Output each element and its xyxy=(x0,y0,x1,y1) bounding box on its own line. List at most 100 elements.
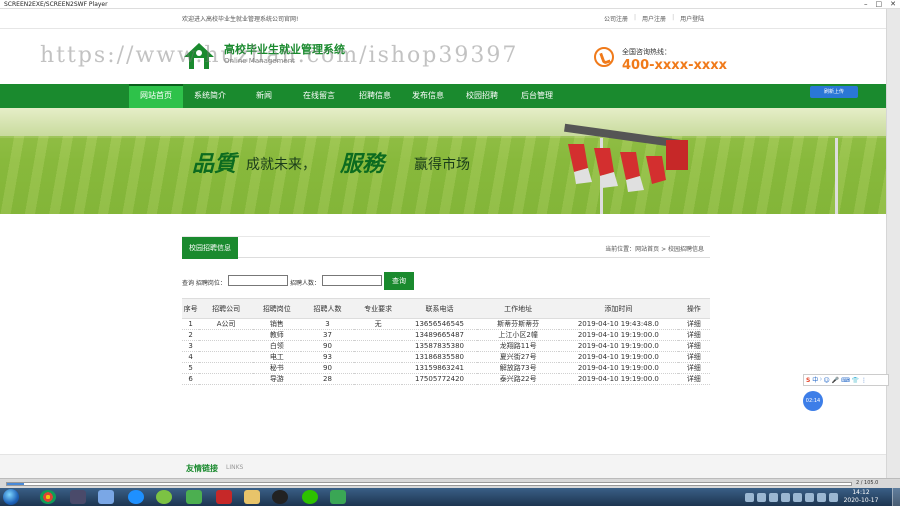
player-control-bar: 2 / 105.0 xyxy=(0,478,900,488)
hotline-number: 400-xxxx-xxxx xyxy=(622,58,728,73)
nav-item-message[interactable]: 在线留言 xyxy=(294,84,344,108)
nav-item-news[interactable]: 新闻 xyxy=(244,84,284,108)
cell-address: 夏兴街27号 xyxy=(477,351,560,363)
cell-phone: 13186835580 xyxy=(401,351,478,363)
playback-progress-track[interactable] xyxy=(6,482,852,486)
position-input[interactable] xyxy=(228,275,288,286)
cell-major xyxy=(354,351,402,363)
cell-action: 详细 xyxy=(677,373,710,385)
main-nav: 网站首页 系统简介 新闻 在线留言 招聘信息 发布信息 校园招聘 后台管理 xyxy=(0,84,900,108)
nav-item-campus[interactable]: 校园招聘 xyxy=(458,84,506,108)
folder-icon[interactable] xyxy=(244,490,260,504)
cell-major xyxy=(354,362,402,374)
tray-icon[interactable] xyxy=(745,492,754,502)
cell-count: 90 xyxy=(300,362,355,374)
start-button[interactable] xyxy=(3,489,19,505)
cell-major xyxy=(354,329,402,341)
taskbar-app-icon[interactable] xyxy=(128,490,144,504)
share-upload-button[interactable]: 刷新上传 xyxy=(810,86,858,98)
cell-major: 无 xyxy=(354,318,402,330)
watermark-text: https://www.huzhan.com/ishop39397 xyxy=(40,43,519,68)
search-button[interactable]: 查询 xyxy=(384,272,414,290)
cell-time: 2019-04-10 19:19:00.0 xyxy=(559,373,678,385)
tray-icon[interactable] xyxy=(829,492,838,502)
cell-address: 解放路73号 xyxy=(477,362,560,374)
detail-link[interactable]: 详细 xyxy=(687,331,701,339)
vertical-scrollbar[interactable] xyxy=(886,9,900,478)
slogan-future: 成就未来， xyxy=(246,157,316,173)
cell-company: A公司 xyxy=(199,318,254,330)
tray-icon[interactable] xyxy=(793,492,802,502)
flash-icon[interactable] xyxy=(216,490,232,504)
col-header-address: 工作地址 xyxy=(477,298,560,319)
ime-toolbar[interactable]: S 中 ⁾ ☺ 🎤 ⌨ 👕 ⋮ xyxy=(803,374,889,386)
cell-phone: 17505772420 xyxy=(401,373,478,385)
cell-company xyxy=(199,329,254,341)
nav-item-admin[interactable]: 后台管理 xyxy=(512,84,562,108)
cell-time: 2019-04-10 19:19:00.0 xyxy=(559,329,678,341)
nav-item-home[interactable]: 网站首页 xyxy=(129,84,183,108)
user-login-link[interactable]: 用户登陆 xyxy=(680,14,704,23)
top-utility-bar: 欢迎进入高校毕业生就业管理系统公司官网! 公司注册 | 用户注册 | 用户登陆 xyxy=(0,9,900,29)
taskbar-app-icon[interactable] xyxy=(186,490,202,504)
maximize-button[interactable]: □ xyxy=(876,0,883,9)
tray-icon[interactable] xyxy=(781,492,790,502)
tray-icon[interactable] xyxy=(805,492,814,502)
detail-link[interactable]: 详细 xyxy=(687,342,701,350)
qq-icon[interactable] xyxy=(272,490,288,504)
recording-timer[interactable]: 02:14 xyxy=(803,391,823,411)
company-register-link[interactable]: 公司注册 xyxy=(604,14,628,23)
taskbar-app-icon[interactable] xyxy=(70,490,86,504)
plow-machine-icon xyxy=(564,123,688,192)
cell-action: 详细 xyxy=(677,318,710,330)
tray-icon[interactable] xyxy=(769,492,778,502)
close-button[interactable]: ✕ xyxy=(890,0,896,9)
cell-major xyxy=(354,373,402,385)
taskbar-app-icon[interactable] xyxy=(156,490,172,504)
friend-links-sub: LINKS xyxy=(226,464,244,471)
count-label: 招聘人数： xyxy=(290,280,321,287)
detail-link[interactable]: 详细 xyxy=(687,320,701,328)
jobs-table: 序号 招聘公司 招聘岗位 招聘人数 专业要求 联系电话 工作地址 添加时间 操作… xyxy=(182,298,710,385)
window-controls: – □ ✕ xyxy=(864,0,896,9)
cell-action: 详细 xyxy=(677,362,710,374)
detail-link[interactable]: 详细 xyxy=(687,375,701,383)
cell-count: 93 xyxy=(300,351,355,363)
nav-item-about[interactable]: 系统简介 xyxy=(186,84,234,108)
ime-toolbar-icons: 中 ⁾ ☺ 🎤 ⌨ 👕 ⋮ xyxy=(812,377,868,384)
hero-banner: 品質 成就未来， 服務 赢得市场 xyxy=(0,108,900,214)
table-row: 3 白领 90 13587835380 龙翔路11号 2019-04-10 19… xyxy=(182,340,710,352)
account-links: 公司注册 | 用户注册 | 用户登陆 xyxy=(604,14,704,23)
site-header: 高校毕业生就业管理系统 Online Management https://ww… xyxy=(0,29,900,84)
cell-company xyxy=(199,340,254,352)
section-tab-campus-jobs[interactable]: 校园招聘信息 xyxy=(182,237,238,259)
cell-count: 3 xyxy=(300,318,355,330)
count-input[interactable] xyxy=(322,275,382,286)
col-header-company: 招聘公司 xyxy=(199,298,254,319)
wechat-icon[interactable] xyxy=(302,490,318,504)
tray-icon[interactable] xyxy=(757,492,766,502)
cell-position: 秘书 xyxy=(253,362,301,374)
cell-action: 详细 xyxy=(677,329,710,341)
phone-icon xyxy=(594,47,614,67)
nav-item-jobs[interactable]: 招聘信息 xyxy=(350,84,400,108)
system-tray xyxy=(745,490,838,504)
minimize-button[interactable]: – xyxy=(864,0,868,9)
breadcrumb: 当前位置：网站首页 > 校园招聘信息 xyxy=(605,246,704,253)
tray-icon[interactable] xyxy=(817,492,826,502)
slogan-market: 赢得市场 xyxy=(414,157,470,173)
cell-index: 3 xyxy=(182,340,200,352)
nav-item-publish[interactable]: 发布信息 xyxy=(404,84,452,108)
user-register-link[interactable]: 用户注册 xyxy=(642,14,666,23)
player-app-icon[interactable] xyxy=(330,490,346,504)
show-desktop-button[interactable] xyxy=(892,488,900,506)
taskbar-clock[interactable]: 14:12 2020-10-17 xyxy=(842,489,880,505)
detail-link[interactable]: 详细 xyxy=(687,353,701,361)
taskbar-app-icon[interactable] xyxy=(98,490,114,504)
detail-link[interactable]: 详细 xyxy=(687,364,701,372)
cell-time: 2019-04-10 19:19:00.0 xyxy=(559,362,678,374)
table-row: 4 电工 93 13186835580 夏兴街27号 2019-04-10 19… xyxy=(182,351,710,363)
chrome-icon[interactable] xyxy=(40,490,56,504)
cell-address: 上江小区2幢 xyxy=(477,329,560,341)
col-header-action: 操作 xyxy=(677,298,710,319)
